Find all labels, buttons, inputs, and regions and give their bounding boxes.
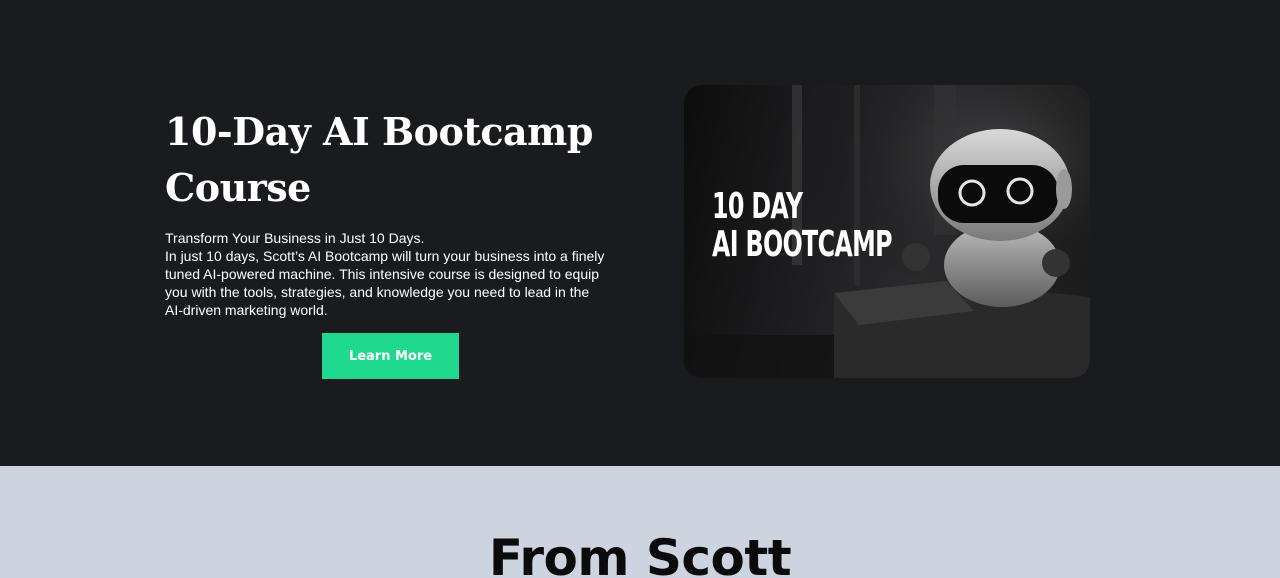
- bootcamp-promo-image: 10 DAY AI BOOTCAMP: [684, 85, 1090, 378]
- hero-description-block: Transform Your Business in Just 10 Days.…: [165, 229, 605, 319]
- promo-headline-line2: AI BOOTCAMP: [712, 224, 893, 265]
- promo-headline: 10 DAY AI BOOTCAMP: [712, 186, 893, 265]
- hero-tagline: Transform Your Business in Just 10 Days.: [165, 230, 425, 246]
- promo-headline-line1: 10 DAY: [712, 186, 803, 227]
- learn-more-button[interactable]: Learn More: [322, 333, 459, 379]
- about-section: From Scott: [0, 466, 1280, 578]
- about-title: From Scott: [488, 529, 792, 578]
- hero-title: 10-Day AI Bootcamp Course: [165, 109, 593, 210]
- hero-section: 10-Day AI Bootcamp Course Transform Your…: [0, 0, 1280, 466]
- hero-description: In just 10 days, Scott’s AI Bootcamp wil…: [165, 248, 605, 318]
